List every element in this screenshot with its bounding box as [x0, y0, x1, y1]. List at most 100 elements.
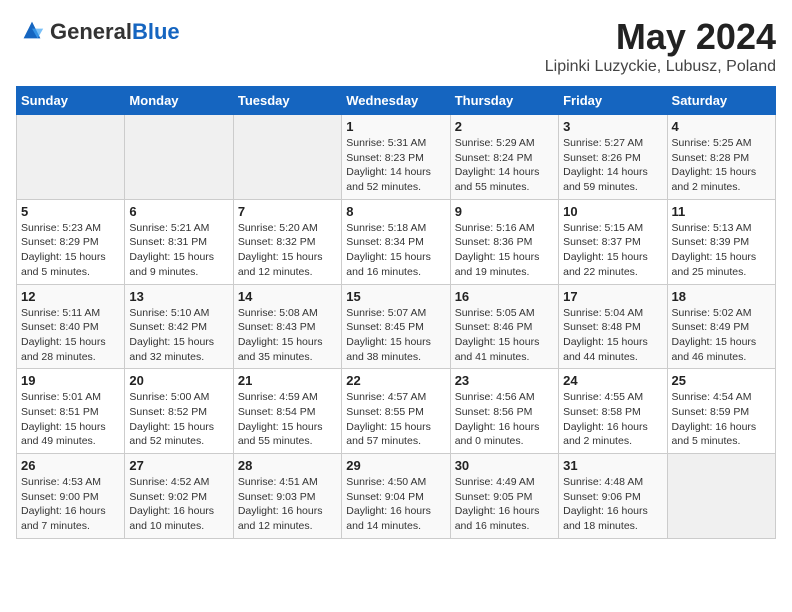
calendar-week-row: 26Sunrise: 4:53 AM Sunset: 9:00 PM Dayli… — [17, 454, 776, 539]
weekday-header: Tuesday — [233, 87, 341, 115]
calendar-table: SundayMondayTuesdayWednesdayThursdayFrid… — [16, 86, 776, 539]
day-info: Sunrise: 5:27 AM Sunset: 8:26 PM Dayligh… — [563, 136, 662, 195]
day-info: Sunrise: 4:50 AM Sunset: 9:04 PM Dayligh… — [346, 475, 445, 534]
weekday-header-row: SundayMondayTuesdayWednesdayThursdayFrid… — [17, 87, 776, 115]
day-number: 10 — [563, 204, 662, 219]
day-info: Sunrise: 4:52 AM Sunset: 9:02 PM Dayligh… — [129, 475, 228, 534]
weekday-header: Saturday — [667, 87, 775, 115]
day-number: 24 — [563, 373, 662, 388]
calendar-cell: 22 Sunrise: 4:57 AM Sunset: 8:55 PM Dayli… — [342, 369, 450, 454]
day-number: 9 — [455, 204, 554, 219]
day-info: Sunrise: 4:55 AM Sunset: 8:58 PM Dayligh… — [563, 390, 662, 449]
calendar-cell: 11 Sunrise: 5:13 AM Sunset: 8:39 PM Dayli… — [667, 199, 775, 284]
calendar-cell: 7 Sunrise: 5:20 AM Sunset: 8:32 PM Daylig… — [233, 199, 341, 284]
day-info: Sunrise: 5:18 AM Sunset: 8:34 PM Dayligh… — [346, 221, 445, 280]
calendar-cell: 19 Sunrise: 5:01 AM Sunset: 8:51 PM Dayli… — [17, 369, 125, 454]
day-info: Sunrise: 4:48 AM Sunset: 9:06 PM Dayligh… — [563, 475, 662, 534]
title-block: May 2024 Lipinki Luzyckie, Lubusz, Polan… — [545, 16, 776, 76]
weekday-header: Thursday — [450, 87, 558, 115]
page-header: GeneralBlue May 2024 Lipinki Luzyckie, L… — [16, 16, 776, 76]
calendar-cell: 8 Sunrise: 5:18 AM Sunset: 8:34 PM Daylig… — [342, 199, 450, 284]
day-info: Sunrise: 4:57 AM Sunset: 8:55 PM Dayligh… — [346, 390, 445, 449]
day-info: Sunrise: 5:02 AM Sunset: 8:49 PM Dayligh… — [672, 306, 771, 365]
day-number: 28 — [238, 458, 337, 473]
calendar-cell: 13Sunrise: 5:10 AM Sunset: 8:42 PM Dayli… — [125, 284, 233, 369]
calendar-cell: 1 Sunrise: 5:31 AM Sunset: 8:23 PM Daylig… — [342, 115, 450, 200]
day-number: 5 — [21, 204, 120, 219]
day-number: 31 — [563, 458, 662, 473]
day-number: 25 — [672, 373, 771, 388]
day-info: Sunrise: 5:16 AM Sunset: 8:36 PM Dayligh… — [455, 221, 554, 280]
day-number: 16 — [455, 289, 554, 304]
day-number: 11 — [672, 204, 771, 219]
month-year-title: May 2024 — [545, 16, 776, 58]
calendar-cell: 31 Sunrise: 4:48 AM Sunset: 9:06 PM Dayli… — [559, 454, 667, 539]
logo: GeneralBlue — [16, 16, 180, 49]
day-number: 4 — [672, 119, 771, 134]
day-info: Sunrise: 4:51 AM Sunset: 9:03 PM Dayligh… — [238, 475, 337, 534]
calendar-week-row: 1 Sunrise: 5:31 AM Sunset: 8:23 PM Daylig… — [17, 115, 776, 200]
day-info: Sunrise: 5:20 AM Sunset: 8:32 PM Dayligh… — [238, 221, 337, 280]
day-info: Sunrise: 5:13 AM Sunset: 8:39 PM Dayligh… — [672, 221, 771, 280]
weekday-header: Monday — [125, 87, 233, 115]
day-info: Sunrise: 5:04 AM Sunset: 8:48 PM Dayligh… — [563, 306, 662, 365]
day-info: Sunrise: 5:15 AM Sunset: 8:37 PM Dayligh… — [563, 221, 662, 280]
day-info: Sunrise: 5:01 AM Sunset: 8:51 PM Dayligh… — [21, 390, 120, 449]
day-info: Sunrise: 4:49 AM Sunset: 9:05 PM Dayligh… — [455, 475, 554, 534]
day-number: 27 — [129, 458, 228, 473]
weekday-header: Friday — [559, 87, 667, 115]
day-number: 18 — [672, 289, 771, 304]
day-info: Sunrise: 4:54 AM Sunset: 8:59 PM Dayligh… — [672, 390, 771, 449]
day-number: 22 — [346, 373, 445, 388]
logo-general-text: General — [50, 19, 132, 44]
calendar-cell: 25 Sunrise: 4:54 AM Sunset: 8:59 PM Dayli… — [667, 369, 775, 454]
day-info: Sunrise: 4:59 AM Sunset: 8:54 PM Dayligh… — [238, 390, 337, 449]
calendar-cell: 29 Sunrise: 4:50 AM Sunset: 9:04 PM Dayli… — [342, 454, 450, 539]
weekday-header: Wednesday — [342, 87, 450, 115]
day-info: Sunrise: 5:21 AM Sunset: 8:31 PM Dayligh… — [129, 221, 228, 280]
calendar-cell: 21Sunrise: 4:59 AM Sunset: 8:54 PM Dayli… — [233, 369, 341, 454]
day-number: 1 — [346, 119, 445, 134]
day-number: 8 — [346, 204, 445, 219]
location-subtitle: Lipinki Luzyckie, Lubusz, Poland — [545, 58, 776, 76]
calendar-cell: 16Sunrise: 5:05 AM Sunset: 8:46 PM Dayli… — [450, 284, 558, 369]
day-info: Sunrise: 5:10 AM Sunset: 8:42 PM Dayligh… — [129, 306, 228, 365]
day-number: 29 — [346, 458, 445, 473]
day-number: 7 — [238, 204, 337, 219]
logo-blue-text: Blue — [132, 19, 180, 44]
day-info: Sunrise: 5:00 AM Sunset: 8:52 PM Dayligh… — [129, 390, 228, 449]
day-number: 2 — [455, 119, 554, 134]
day-info: Sunrise: 5:07 AM Sunset: 8:45 PM Dayligh… — [346, 306, 445, 365]
weekday-header: Sunday — [17, 87, 125, 115]
calendar-cell — [125, 115, 233, 200]
day-info: Sunrise: 4:56 AM Sunset: 8:56 PM Dayligh… — [455, 390, 554, 449]
calendar-cell: 3Sunrise: 5:27 AM Sunset: 8:26 PM Daylig… — [559, 115, 667, 200]
day-info: Sunrise: 4:53 AM Sunset: 9:00 PM Dayligh… — [21, 475, 120, 534]
day-number: 20 — [129, 373, 228, 388]
calendar-cell: 14 Sunrise: 5:08 AM Sunset: 8:43 PM Dayli… — [233, 284, 341, 369]
calendar-cell: 10 Sunrise: 5:15 AM Sunset: 8:37 PM Dayli… — [559, 199, 667, 284]
calendar-cell: 26Sunrise: 4:53 AM Sunset: 9:00 PM Dayli… — [17, 454, 125, 539]
day-info: Sunrise: 5:11 AM Sunset: 8:40 PM Dayligh… — [21, 306, 120, 365]
calendar-cell: 18 Sunrise: 5:02 AM Sunset: 8:49 PM Dayli… — [667, 284, 775, 369]
calendar-cell: 6Sunrise: 5:21 AM Sunset: 8:31 PM Daylig… — [125, 199, 233, 284]
calendar-cell: 5 Sunrise: 5:23 AM Sunset: 8:29 PM Daylig… — [17, 199, 125, 284]
day-number: 17 — [563, 289, 662, 304]
day-number: 23 — [455, 373, 554, 388]
day-info: Sunrise: 5:08 AM Sunset: 8:43 PM Dayligh… — [238, 306, 337, 365]
calendar-cell: 9 Sunrise: 5:16 AM Sunset: 8:36 PM Daylig… — [450, 199, 558, 284]
day-number: 14 — [238, 289, 337, 304]
calendar-cell: 23 Sunrise: 4:56 AM Sunset: 8:56 PM Dayli… — [450, 369, 558, 454]
calendar-cell: 15Sunrise: 5:07 AM Sunset: 8:45 PM Dayli… — [342, 284, 450, 369]
calendar-week-row: 19 Sunrise: 5:01 AM Sunset: 8:51 PM Dayli… — [17, 369, 776, 454]
day-number: 19 — [21, 373, 120, 388]
day-info: Sunrise: 5:25 AM Sunset: 8:28 PM Dayligh… — [672, 136, 771, 195]
calendar-week-row: 12Sunrise: 5:11 AM Sunset: 8:40 PM Dayli… — [17, 284, 776, 369]
calendar-cell: 27 Sunrise: 4:52 AM Sunset: 9:02 PM Dayli… — [125, 454, 233, 539]
calendar-cell: 30Sunrise: 4:49 AM Sunset: 9:05 PM Dayli… — [450, 454, 558, 539]
calendar-cell — [233, 115, 341, 200]
calendar-week-row: 5 Sunrise: 5:23 AM Sunset: 8:29 PM Daylig… — [17, 199, 776, 284]
day-info: Sunrise: 5:23 AM Sunset: 8:29 PM Dayligh… — [21, 221, 120, 280]
day-info: Sunrise: 5:31 AM Sunset: 8:23 PM Dayligh… — [346, 136, 445, 195]
calendar-cell — [667, 454, 775, 539]
